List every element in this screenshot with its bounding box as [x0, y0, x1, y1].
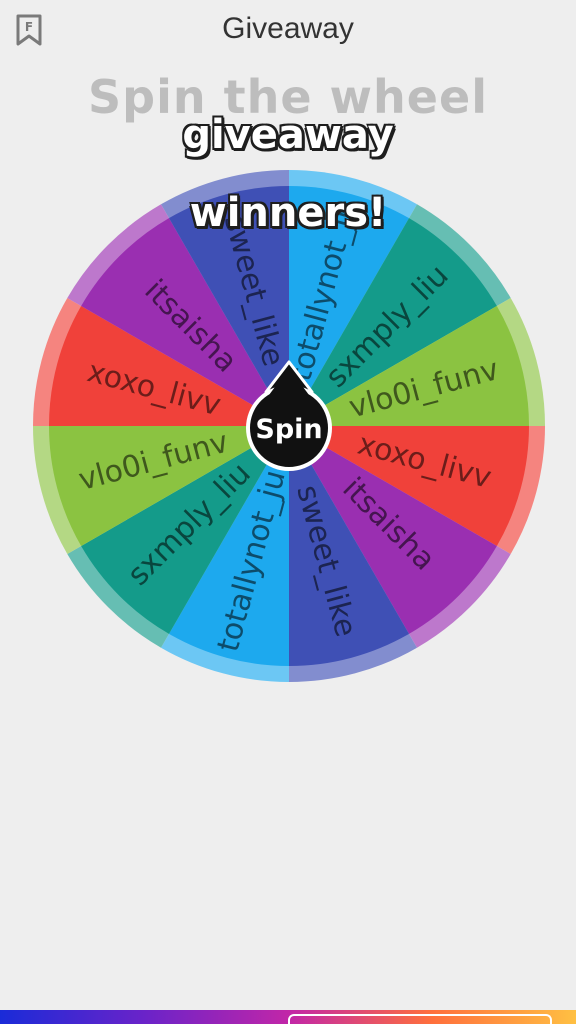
overlay-text-giveaway: giveaway: [182, 112, 394, 158]
spin-label: Spin: [255, 414, 322, 445]
bottom-gradient-bar: [0, 1010, 576, 1024]
overlay-text-winners: winners!: [189, 190, 387, 236]
bottom-pill: [288, 1014, 552, 1024]
